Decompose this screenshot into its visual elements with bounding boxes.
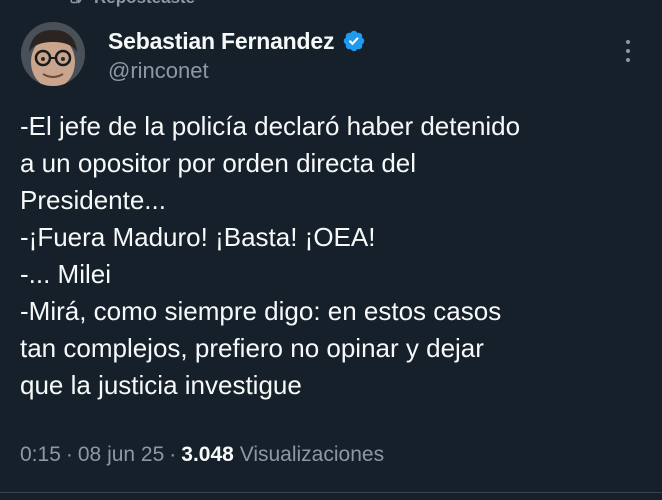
tweet-author[interactable]: Sebastian Fernandez @rinconet <box>108 26 366 84</box>
author-handle[interactable]: @rinconet <box>108 58 366 84</box>
divider <box>0 492 662 493</box>
author-name-row: Sebastian Fernandez <box>108 26 366 56</box>
repost-header[interactable]: Reposteaste <box>66 0 195 8</box>
tweet-date[interactable]: 08 jun 25 <box>78 443 164 467</box>
tweet-text-line: -¡Fuera Maduro! ¡Basta! ¡OEA! <box>20 222 376 252</box>
tweet-text-line: que la justicia investigue <box>20 370 302 400</box>
tweet-text-line: Presidente... <box>20 185 166 215</box>
views-label[interactable]: Visualizaciones <box>240 443 384 467</box>
author-display-name[interactable]: Sebastian Fernandez <box>108 28 334 55</box>
meta-separator: · <box>65 443 73 466</box>
tweet-time[interactable]: 0:15 <box>20 443 61 467</box>
tweet-text-line: -Mirá, como siempre digo: en estos casos <box>20 296 502 326</box>
more-dot-icon <box>626 49 630 53</box>
more-dot-icon <box>626 58 630 62</box>
more-dot-icon <box>626 40 630 44</box>
repost-icon <box>66 0 84 7</box>
tweet-text: -El jefe de la policía declaró haber det… <box>20 108 650 404</box>
tweet-text-line: -El jefe de la policía declaró haber det… <box>20 111 521 141</box>
tweet-text-line: -... Milei <box>20 259 111 289</box>
more-options-button[interactable] <box>618 34 638 68</box>
meta-separator: · <box>169 443 177 466</box>
repost-label: Reposteaste <box>94 0 195 8</box>
verified-badge-icon[interactable] <box>342 29 366 53</box>
tweet-text-line: tan complejos, prefiero no opinar y deja… <box>20 333 484 363</box>
views-count[interactable]: 3.048 <box>181 443 234 467</box>
tweet-meta: 0:15 · 08 jun 25 · 3.048 Visualizaciones <box>20 443 384 467</box>
tweet-text-line: a un opositor por orden directa del <box>20 148 417 178</box>
avatar[interactable] <box>21 22 85 86</box>
